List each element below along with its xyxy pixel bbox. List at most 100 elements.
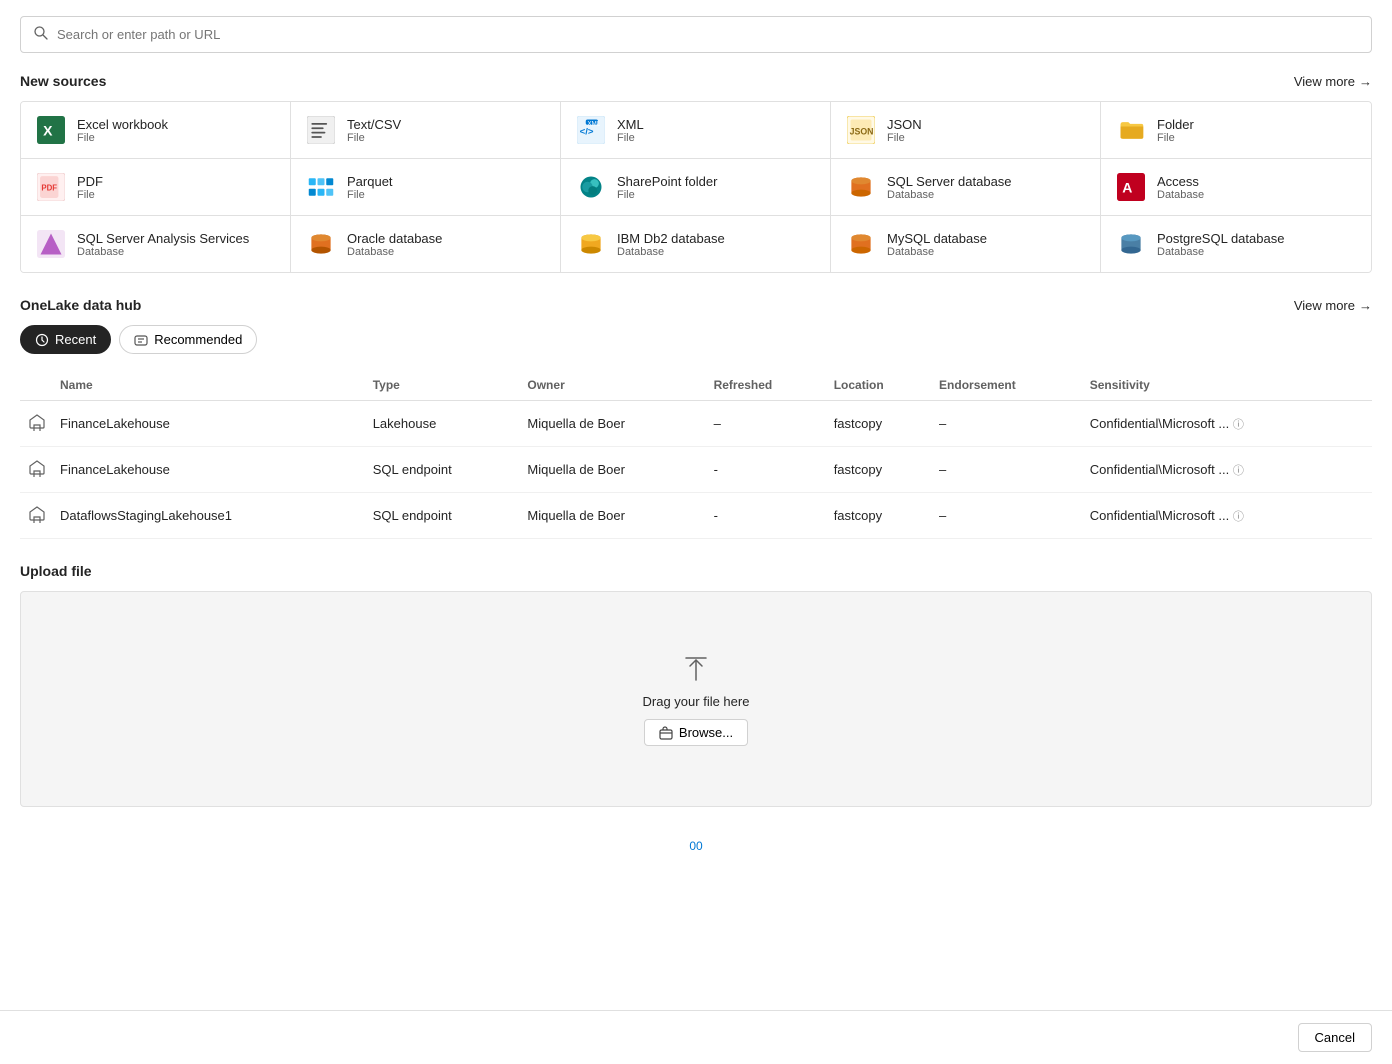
row-sensitivity: Confidential\Microsoft ... ⓘ (1090, 401, 1372, 447)
new-sources-header: New sources View more → (20, 73, 1372, 89)
parquet-icon (305, 171, 337, 203)
svg-text:A: A (1122, 179, 1132, 195)
onelake-view-more[interactable]: View more → (1294, 298, 1372, 313)
row-owner: Miquella de Boer (527, 493, 713, 539)
row-refreshed: – (714, 401, 834, 447)
postgres-icon (1115, 228, 1147, 260)
arrow-right-icon: → (1359, 298, 1372, 313)
source-parquet[interactable]: Parquet File (291, 159, 561, 216)
row-sensitivity: Confidential\Microsoft ... ⓘ (1090, 493, 1372, 539)
col-endorsement[interactable]: Endorsement (939, 370, 1090, 401)
table-row[interactable]: FinanceLakehouse Lakehouse Miquella de B… (20, 401, 1372, 447)
new-sources-view-more[interactable]: View more → (1294, 74, 1372, 89)
cancel-button[interactable]: Cancel (1298, 1023, 1372, 1052)
row-endorsement: – (939, 493, 1090, 539)
tab-recommended[interactable]: Recommended (119, 325, 257, 354)
row-name: FinanceLakehouse (60, 401, 373, 447)
source-postgres[interactable]: PostgreSQL database Database (1101, 216, 1371, 272)
col-refreshed[interactable]: Refreshed (714, 370, 834, 401)
tab-buttons: Recent Recommended (20, 325, 1372, 354)
table-row[interactable]: DataflowsStagingLakehouse1 SQL endpoint … (20, 493, 1372, 539)
svg-text:XML: XML (588, 121, 601, 128)
source-grid: X Excel workbook File Text/CSV Fi (20, 101, 1372, 273)
row-refreshed: - (714, 493, 834, 539)
onelake-title: OneLake data hub (20, 297, 141, 313)
row-type: Lakehouse (373, 401, 528, 447)
row-icon (20, 401, 60, 447)
source-xml[interactable]: </> XML XML File (561, 102, 831, 159)
source-ibm[interactable]: IBM Db2 database Database (561, 216, 831, 272)
row-location: fastcopy (834, 493, 939, 539)
source-excel[interactable]: X Excel workbook File (21, 102, 291, 159)
col-name[interactable]: Name (60, 370, 373, 401)
xml-icon: </> XML (575, 114, 607, 146)
source-pdf[interactable]: PDF PDF File (21, 159, 291, 216)
svg-text:JSON: JSON (850, 126, 874, 136)
upload-title: Upload file (20, 563, 92, 579)
col-sensitivity[interactable]: Sensitivity (1090, 370, 1372, 401)
row-refreshed: - (714, 447, 834, 493)
row-icon (20, 493, 60, 539)
col-icon (20, 370, 60, 401)
new-sources-title: New sources (20, 73, 106, 89)
row-owner: Miquella de Boer (527, 447, 713, 493)
search-bar[interactable] (20, 16, 1372, 53)
onelake-header: OneLake data hub View more → (20, 297, 1372, 313)
row-location: fastcopy (834, 447, 939, 493)
ssas-icon (35, 228, 67, 260)
row-sensitivity: Confidential\Microsoft ... ⓘ (1090, 447, 1372, 493)
col-location[interactable]: Location (834, 370, 939, 401)
source-folder[interactable]: Folder File (1101, 102, 1371, 159)
pdf-icon: PDF (35, 171, 67, 203)
tab-recent[interactable]: Recent (20, 325, 111, 354)
upload-header: Upload file (20, 563, 1372, 579)
svg-text:PDF: PDF (41, 184, 57, 193)
source-mysql[interactable]: MySQL database Database (831, 216, 1101, 272)
onelake-table: Name Type Owner Refreshed Location Endor… (20, 370, 1372, 539)
textcsv-icon (305, 114, 337, 146)
row-endorsement: – (939, 401, 1090, 447)
row-name: DataflowsStagingLakehouse1 (60, 493, 373, 539)
col-type[interactable]: Type (373, 370, 528, 401)
upload-dropzone[interactable]: Drag your file here Browse... (20, 591, 1372, 807)
folder-icon (1115, 114, 1147, 146)
drag-text: Drag your file here (643, 694, 750, 709)
json-icon: JSON (845, 114, 877, 146)
row-owner: Miquella de Boer (527, 401, 713, 447)
ibm-icon (575, 228, 607, 260)
upload-section: Upload file Drag your file here Browse..… (20, 563, 1372, 807)
access-icon: A (1115, 171, 1147, 203)
row-type: SQL endpoint (373, 447, 528, 493)
onelake-section: OneLake data hub View more → Recent (20, 297, 1372, 539)
col-owner[interactable]: Owner (527, 370, 713, 401)
page-footer: Cancel (0, 1010, 1392, 1064)
source-ssas[interactable]: SQL Server Analysis Services Database (21, 216, 291, 272)
row-location: fastcopy (834, 401, 939, 447)
row-endorsement: – (939, 447, 1090, 493)
table-row[interactable]: FinanceLakehouse SQL endpoint Miquella d… (20, 447, 1372, 493)
sharepoint-icon (575, 171, 607, 203)
svg-text:</>: </> (580, 126, 594, 137)
search-icon (33, 25, 49, 44)
sqlserver-icon (845, 171, 877, 203)
recent-icon (35, 333, 49, 347)
oracle-icon (305, 228, 337, 260)
excel-icon: X (35, 114, 67, 146)
source-sqlserver[interactable]: SQL Server database Database (831, 159, 1101, 216)
mysql-icon (845, 228, 877, 260)
source-json[interactable]: JSON JSON File (831, 102, 1101, 159)
search-input[interactable] (57, 27, 1359, 42)
source-oracle[interactable]: Oracle database Database (291, 216, 561, 272)
row-type: SQL endpoint (373, 493, 528, 539)
page-number: 00 (20, 831, 1372, 861)
source-sharepoint[interactable]: SharePoint folder File (561, 159, 831, 216)
row-icon (20, 447, 60, 493)
browse-button[interactable]: Browse... (644, 719, 748, 746)
source-textcsv[interactable]: Text/CSV File (291, 102, 561, 159)
row-name: FinanceLakehouse (60, 447, 373, 493)
arrow-right-icon: → (1359, 74, 1372, 89)
browse-icon (659, 726, 673, 740)
svg-text:X: X (43, 122, 53, 138)
upload-icon (680, 652, 712, 684)
source-access[interactable]: A Access Database (1101, 159, 1371, 216)
